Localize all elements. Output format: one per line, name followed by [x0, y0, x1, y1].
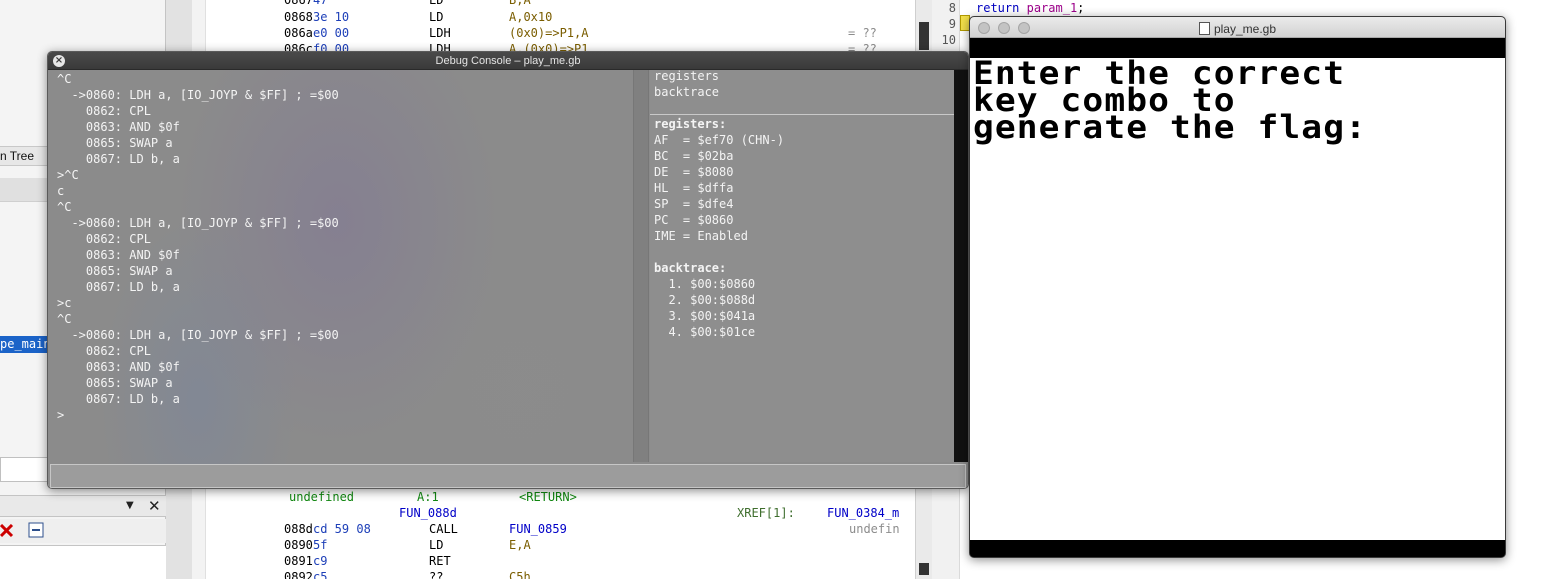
info-pane: registers backtrace registers: AF = $ef70… — [650, 68, 955, 462]
console-line: 0867: LD b, a — [57, 280, 180, 294]
listing-row[interactable]: 088d cd 59 08 CALL FUN_0859 undefin — [284, 521, 904, 537]
console-line: ->0860: LDH a, [IO_JOYP & $FF] ; =$00 — [57, 88, 339, 102]
console-line: ^C — [57, 312, 72, 326]
line-number: 9 — [948, 17, 956, 31]
game-border-bottom — [970, 540, 1505, 557]
console-line: ^C — [57, 200, 72, 214]
register-line: PC = $0860 — [654, 213, 734, 227]
tree-tab[interactable]: n Tree — [0, 146, 50, 166]
tab-registers[interactable]: registers — [654, 68, 719, 84]
game-title-wrap: play_me.gb — [970, 17, 1505, 38]
console-line: ->0860: LDH a, [IO_JOYP & $FF] ; =$00 — [57, 328, 339, 342]
function-label-row[interactable]: FUN_088d XREF[1]: FUN_0384_m — [399, 505, 919, 521]
console-line: 0862: CPL — [57, 104, 151, 118]
decompiler-return-line[interactable]: return param_1; — [976, 0, 1084, 16]
console-divider[interactable] — [633, 70, 649, 462]
console-line: 0862: CPL — [57, 344, 151, 358]
debug-console-title: Debug Console – play_me.gb — [435, 55, 581, 67]
line-number: 10 — [941, 33, 956, 47]
register-line: AF = $ef70 (CHN-) — [654, 133, 785, 147]
backtrace-line: backtrace: — [654, 261, 727, 275]
register-line: IME = Enabled — [654, 229, 748, 243]
console-line: >c — [57, 296, 72, 310]
console-line: 0863: AND $0f — [57, 248, 180, 262]
console-line: 0863: AND $0f — [57, 120, 180, 134]
console-line: 0863: AND $0f — [57, 360, 180, 374]
xref-link[interactable]: FUN_0384_m — [827, 505, 899, 521]
console-output[interactable]: ^C ->0860: LDH a, [IO_JOYP & $FF] ; =$00… — [48, 70, 632, 462]
listing-row[interactable]: 086a e0 00 LDH (0x0)=>P1,A = ?? — [284, 25, 884, 41]
register-line: SP = $dfe4 — [654, 197, 734, 211]
register-line: HL = $dffa — [654, 181, 734, 195]
backtrace-line: 2. $00:$088d — [654, 293, 756, 307]
tree-selected-item[interactable]: pe_main — [0, 336, 48, 353]
document-icon — [1198, 22, 1210, 35]
register-line: DE = $8080 — [654, 165, 734, 179]
collapse-icon[interactable] — [28, 522, 44, 538]
info-separator — [650, 114, 955, 115]
console-line: 0865: SWAP a — [57, 264, 173, 278]
debug-console-titlebar[interactable]: Debug Console – play_me.gb × — [48, 52, 968, 70]
listing-scroll-thumb[interactable] — [919, 22, 929, 50]
register-line: BC = $02ba — [654, 149, 734, 163]
console-line: 0867: LD b, a — [57, 152, 180, 166]
function-label[interactable]: FUN_088d — [399, 506, 457, 520]
console-line: 0865: SWAP a — [57, 136, 173, 150]
console-line: > — [57, 408, 65, 422]
line-number: 8 — [948, 1, 956, 15]
listing-row[interactable]: 0890 5f LD E,A — [284, 537, 531, 553]
delete-icon[interactable] — [0, 524, 14, 538]
left-toolbar-secondary — [0, 519, 166, 543]
left-bottom-panel — [0, 545, 166, 579]
debug-console-window: Debug Console – play_me.gb × ^C ->0860: … — [47, 51, 969, 489]
tree-header — [0, 178, 48, 202]
console-line: ->0860: LDH a, [IO_JOYP & $FF] ; =$00 — [57, 216, 339, 230]
console-line: c — [57, 184, 65, 198]
listing-row[interactable]: 0891 c9 RET — [284, 553, 451, 569]
console-line: 0867: LD b, a — [57, 392, 180, 406]
tree-filter-input[interactable] — [0, 457, 48, 482]
register-line: registers: — [654, 117, 727, 131]
info-tabs: registers backtrace — [650, 68, 955, 116]
game-text-line: generate the flag: — [973, 108, 1367, 146]
close-icon[interactable]: ✕ — [148, 497, 161, 515]
close-icon[interactable]: × — [53, 55, 65, 67]
console-line: ^C — [57, 72, 72, 86]
function-signature-row[interactable]: undefined A:1 <RETURN> — [289, 489, 909, 505]
backtrace-line: 4. $00:$01ce — [654, 325, 756, 339]
debug-console-body: ^C ->0860: LDH a, [IO_JOYP & $FF] ; =$00… — [48, 68, 968, 488]
listing-row[interactable]: 0867 47 LD B,A — [284, 0, 531, 8]
tree-tab-label: n Tree — [0, 149, 35, 163]
game-titlebar[interactable]: play_me.gb — [970, 17, 1505, 38]
left-toolbar: ▼ ✕ — [0, 495, 166, 517]
console-line: >^C — [57, 168, 79, 182]
console-line: 0862: CPL — [57, 232, 151, 246]
console-line: 0865: SWAP a — [57, 376, 173, 390]
console-command-input[interactable] — [50, 464, 966, 488]
dropdown-icon[interactable]: ▼ — [126, 500, 134, 511]
game-screen[interactable]: Enter the correct key combo to generate … — [970, 57, 1505, 540]
game-window: play_me.gb Enter the correct key combo t… — [969, 16, 1506, 558]
listing-row[interactable]: 0892 c5 ?? C5h — [284, 569, 531, 579]
listing-scroll-thumb-bottom[interactable] — [919, 563, 929, 575]
listing-row[interactable]: 0868 3e 10 LD A,0x10 — [284, 9, 552, 25]
info-scrollbar[interactable] — [954, 70, 968, 462]
backtrace-line: 1. $00:$0860 — [654, 277, 756, 291]
tab-backtrace[interactable]: backtrace — [654, 84, 719, 100]
backtrace-line: 3. $00:$041a — [654, 309, 756, 323]
game-title: play_me.gb — [1213, 22, 1277, 36]
